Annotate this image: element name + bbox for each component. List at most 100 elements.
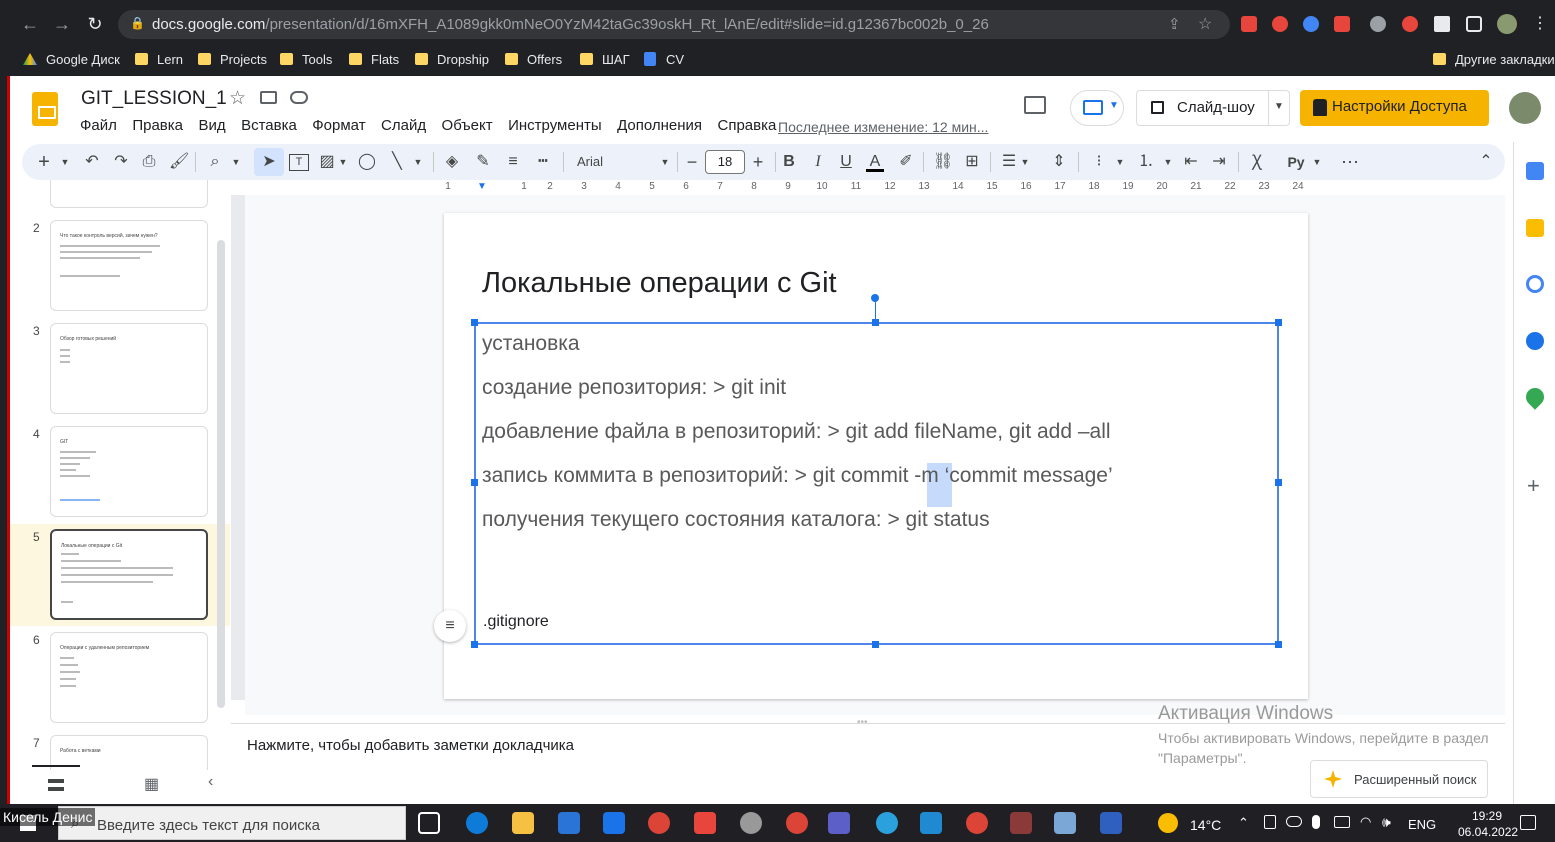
extension-icon-5[interactable] [1370, 16, 1386, 32]
bulleted-list-icon[interactable]: ⁝ [1090, 152, 1108, 172]
last-edit-link[interactable]: Последнее изменение: 12 мин... [778, 119, 988, 135]
vscode-icon[interactable] [920, 812, 942, 834]
task-view-icon[interactable] [418, 812, 440, 834]
wifi-icon[interactable]: ◠ [1360, 814, 1371, 830]
line-spacing-icon[interactable]: ⇕ [1050, 152, 1068, 172]
bookmark-star-icon[interactable]: ☆ [1198, 14, 1212, 34]
winrar-icon[interactable] [1010, 812, 1032, 834]
decrease-font-size-icon[interactable]: − [685, 152, 699, 172]
menu-view[interactable]: Вид [198, 117, 225, 134]
google-slides-logo-icon[interactable] [32, 92, 58, 126]
share-button[interactable]: Настройки Доступа [1300, 90, 1489, 126]
language-indicator[interactable]: ENG [1408, 817, 1436, 832]
forward-arrow-icon[interactable]: → [52, 14, 72, 34]
body-line-2[interactable]: создание репозитория: > git init [482, 376, 786, 400]
bookmark-offers[interactable]: Offers [505, 50, 562, 70]
insert-link-icon[interactable]: ⛓ [933, 152, 953, 172]
filmstrip-scrollbar[interactable] [217, 240, 225, 708]
resize-handle[interactable] [1275, 479, 1282, 486]
reload-icon[interactable]: ↻ [85, 14, 105, 34]
resize-handle[interactable] [1275, 641, 1282, 648]
weather-icon[interactable] [1158, 813, 1178, 833]
line-icon[interactable]: ╲ [388, 152, 406, 172]
input-tools-dropdown-icon[interactable]: ▼ [1312, 152, 1322, 172]
battery-icon[interactable] [1334, 816, 1350, 828]
document-title[interactable]: GIT_LESSION_1 [81, 88, 227, 110]
cloud-saved-icon[interactable] [290, 91, 308, 104]
resize-handle[interactable] [872, 641, 879, 648]
powershell-icon[interactable] [1100, 812, 1122, 834]
border-color-icon[interactable]: ✎ [474, 152, 492, 172]
bookmark-lern[interactable]: Lern [135, 50, 183, 70]
border-weight-icon[interactable]: ≡ [504, 152, 522, 172]
slide-thumbnail-1[interactable] [50, 180, 208, 208]
url-omnibox[interactable]: 🔒 docs.google.com/presentation/d/16mXFH_… [118, 10, 1230, 39]
resize-handle[interactable] [471, 641, 478, 648]
new-slide-plus-icon[interactable]: + [36, 152, 52, 172]
menu-file[interactable]: Файл [80, 117, 117, 134]
shape-icon[interactable]: ◯ [358, 152, 376, 172]
volume-icon[interactable]: 🕪 [1382, 814, 1391, 831]
numbered-dropdown-icon[interactable]: ▼ [1163, 152, 1173, 172]
adblock-icon[interactable] [1272, 16, 1288, 32]
print-icon[interactable]: ⎙ [140, 152, 158, 172]
teams-icon[interactable] [828, 812, 850, 834]
profile-avatar[interactable] [1497, 14, 1517, 34]
fill-color-icon[interactable]: ◈ [443, 152, 461, 172]
tray-device-icon[interactable] [1264, 815, 1276, 829]
rotate-handle[interactable] [871, 294, 879, 302]
microphone-icon[interactable] [1312, 815, 1320, 829]
taskbar-clock[interactable]: 19:29 06.04.2022 [1458, 808, 1518, 840]
increase-font-size-icon[interactable]: + [751, 152, 765, 172]
tasks-icon[interactable] [1526, 275, 1544, 293]
user-avatar[interactable] [1509, 92, 1541, 124]
add-comment-icon[interactable]: ⊞ [963, 152, 981, 172]
font-size-input[interactable]: 18 [705, 150, 745, 174]
bullet-dropdown-icon[interactable]: ▼ [1115, 152, 1125, 172]
resize-handle[interactable] [471, 479, 478, 486]
notepad-icon[interactable] [1054, 812, 1076, 834]
insert-image-icon[interactable]: ▨ [318, 152, 336, 172]
decrease-indent-icon[interactable]: ⇤ [1182, 152, 1200, 172]
chrome-alt-icon[interactable] [966, 812, 988, 834]
mail-icon[interactable] [603, 812, 625, 834]
collapse-filmstrip-icon[interactable]: ‹ [208, 773, 213, 791]
slide-thumbnail-5-selected[interactable]: Локальные операции с Git [50, 529, 208, 620]
paint-format-icon[interactable]: 🖌 [169, 152, 189, 172]
taskbar-search[interactable]: ⌕ Введите здесь текст для поиска [58, 806, 406, 840]
slide-thumbnail-2[interactable]: Что такое контроль версий, зачем нужен? [50, 220, 208, 311]
edge-icon[interactable] [466, 812, 488, 834]
slide-thumbnail-6[interactable]: Операции с удаленным репозиторием [50, 632, 208, 723]
contacts-icon[interactable] [1526, 332, 1544, 350]
settings-gear-icon[interactable] [740, 812, 762, 834]
side-panel-icon[interactable] [1466, 16, 1482, 32]
underline-icon[interactable]: U [838, 152, 854, 172]
menu-object[interactable]: Объект [442, 117, 493, 134]
bookmark-projects[interactable]: Projects [198, 50, 267, 70]
highlight-color-icon[interactable]: ✐ [897, 152, 915, 172]
add-on-plus-icon[interactable]: + [1527, 473, 1540, 499]
chrome-menu-icon[interactable]: ⋮ [1532, 13, 1548, 33]
chrome-profile-icon[interactable] [786, 812, 808, 834]
bookmark-tools[interactable]: Tools [280, 50, 332, 70]
undo-icon[interactable]: ↶ [83, 152, 101, 172]
menu-slide[interactable]: Слайд [381, 117, 426, 134]
store-icon[interactable] [558, 812, 580, 834]
filmstrip-view-icon[interactable] [48, 779, 64, 791]
image-dropdown-icon[interactable]: ▼ [338, 152, 348, 172]
extensions-puzzle-icon[interactable] [1434, 16, 1450, 32]
menu-insert[interactable]: Вставка [241, 117, 297, 134]
input-tools-icon[interactable]: Py [1286, 152, 1306, 172]
extension-icon-6[interactable] [1402, 16, 1418, 32]
body-line-4[interactable]: запись коммита в репозиторий: > git comm… [482, 464, 1113, 488]
resize-handle[interactable] [1275, 319, 1282, 326]
resize-handle[interactable] [872, 319, 879, 326]
new-slide-dropdown-icon[interactable]: ▼ [60, 152, 70, 172]
bookmark-other[interactable]: Другие закладки [1433, 50, 1555, 70]
redo-icon[interactable]: ↷ [112, 152, 130, 172]
menu-help[interactable]: Справка [718, 117, 777, 134]
menu-tools[interactable]: Инструменты [508, 117, 602, 134]
move-folder-icon[interactable] [260, 91, 277, 104]
onedrive-icon[interactable] [1286, 816, 1302, 827]
extension-icon-4[interactable] [1334, 16, 1350, 32]
